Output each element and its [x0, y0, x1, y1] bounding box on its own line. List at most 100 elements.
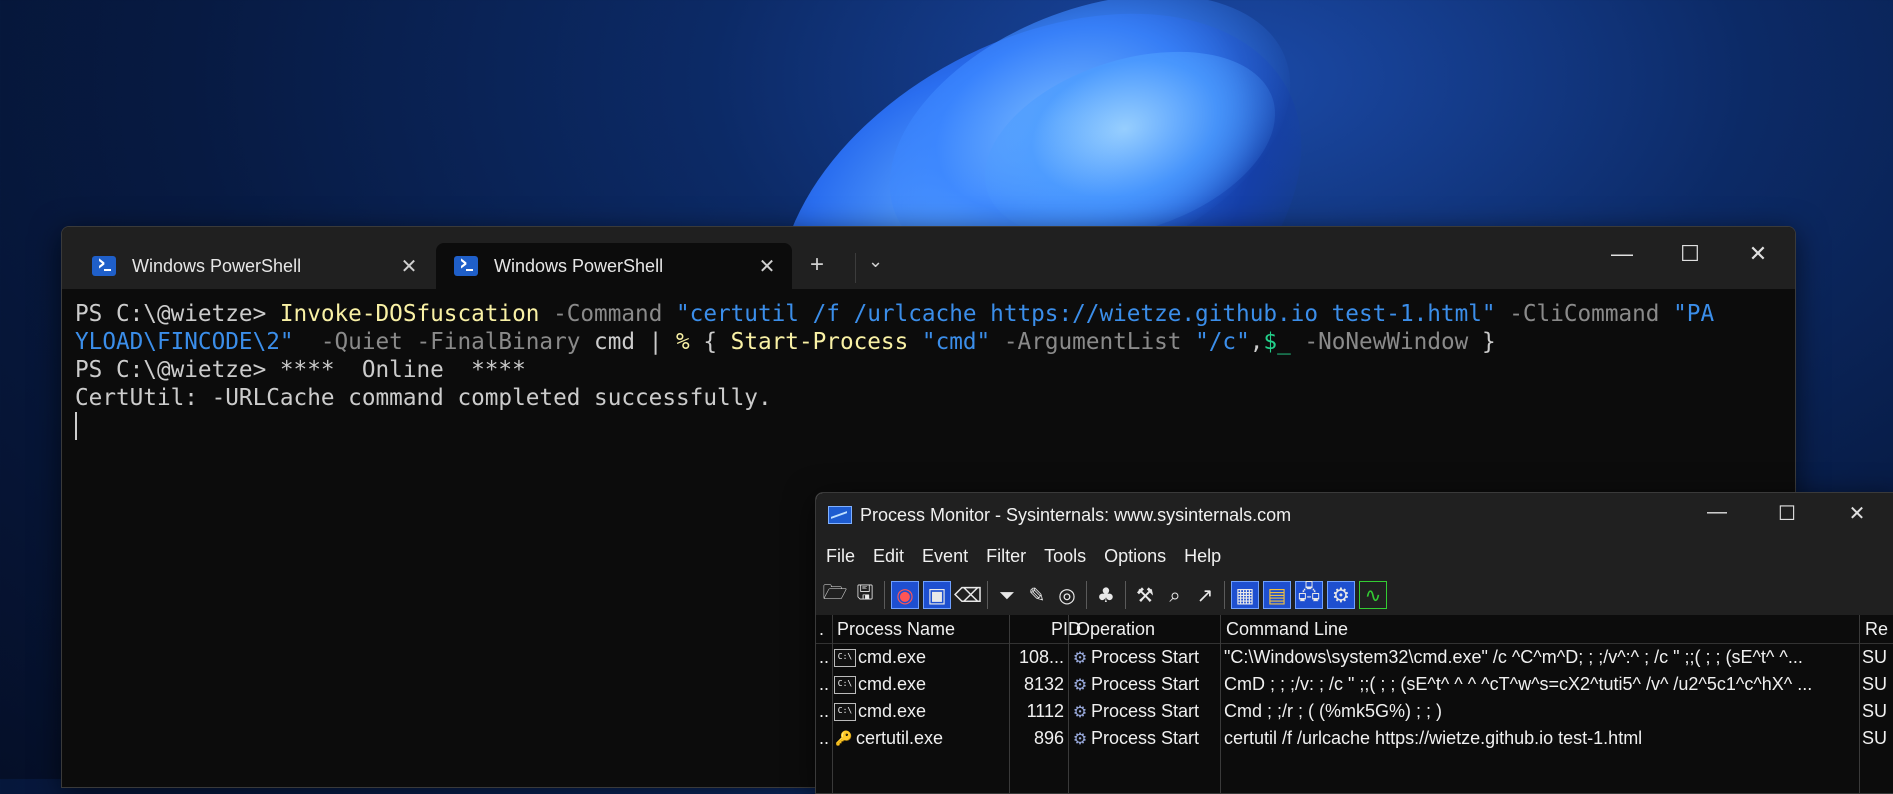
string-arg: "PA: [1673, 301, 1715, 327]
console-app-icon: C:\: [834, 675, 856, 694]
process-tree-icon[interactable]: ♣: [1093, 582, 1119, 608]
parameter: -Quiet -FinalBinary: [293, 329, 595, 355]
table-row[interactable]: .. C:\ cmd.exe 1112 ⚙ Process Start Cmd ; …: [816, 698, 1893, 725]
find-icon[interactable]: ⌕: [1162, 582, 1188, 608]
minimize-button[interactable]: —: [1602, 241, 1642, 267]
menu-edit[interactable]: Edit: [873, 546, 904, 567]
column-header-pid[interactable]: PID: [1031, 615, 1081, 643]
column-header-process-name[interactable]: Process Name: [837, 615, 1017, 643]
menu-bar: File Edit Event Filter Tools Options Hel…: [816, 537, 1893, 575]
cmdlet: Start-Process: [730, 329, 909, 355]
column-header-result[interactable]: Re: [1865, 615, 1893, 643]
clear-icon[interactable]: ⌫: [954, 582, 982, 608]
tab-powershell-2[interactable]: Windows PowerShell ✕: [436, 243, 792, 289]
process-name: cmd.exe: [858, 674, 927, 694]
toolbar-separator: [1086, 581, 1087, 609]
menu-tools[interactable]: Tools: [1044, 546, 1086, 567]
close-icon[interactable]: ✕: [752, 254, 782, 279]
pid-cell: 896: [1033, 728, 1064, 748]
string-arg: "/c": [1195, 329, 1250, 355]
foreach-alias: %: [676, 329, 690, 355]
result-cell: SU: [1862, 728, 1888, 748]
pid-cell: 8132: [1023, 674, 1064, 694]
dot-cell: ..: [819, 647, 830, 667]
string-arg: "cmd": [921, 329, 991, 355]
tab-powershell-1[interactable]: Windows PowerShell ✕: [74, 243, 434, 289]
autoscroll-icon[interactable]: ▣: [923, 581, 951, 609]
operation-name: Process Start: [1091, 728, 1200, 748]
operation-name: Process Start: [1091, 647, 1200, 667]
column-header-dot[interactable]: .: [819, 615, 829, 643]
close-icon[interactable]: ✕: [394, 254, 424, 279]
operation-cell: ⚙ Process Start: [1071, 698, 1219, 725]
open-icon[interactable]: 🗁: [822, 580, 848, 608]
process-cell: C:\ cmd.exe: [834, 698, 1008, 725]
operation-cell: ⚙ Process Start: [1071, 671, 1219, 698]
menu-help[interactable]: Help: [1184, 546, 1221, 567]
brace: }: [1468, 329, 1496, 355]
table-row[interactable]: .. C:\ cmd.exe 8132 ⚙ Process Start CmD ; …: [816, 671, 1893, 698]
brace: {: [689, 329, 731, 355]
dot-cell: ..: [819, 728, 830, 748]
command-line-cell: Cmd ; ;/r ; ( (%mk5G%) ; ; ): [1224, 701, 1443, 721]
command-line-cell: CmD ; ; ;/v: ; /c " ;;( ; ; (sE^t^ ^ ^ ^…: [1224, 674, 1813, 694]
minimize-button[interactable]: —: [1697, 501, 1737, 524]
close-button[interactable]: ✕: [1738, 241, 1778, 267]
capture-icon[interactable]: ◉: [891, 581, 919, 609]
menu-filter[interactable]: Filter: [986, 546, 1026, 567]
event-table: . Process Name PID Operation Command Lin…: [816, 615, 1893, 793]
parameter: -CliCommand: [1495, 301, 1674, 327]
close-button[interactable]: ✕: [1837, 501, 1877, 526]
toolbar-separator: [987, 581, 988, 609]
string-arg: YLOAD\FINCODE\2": [75, 329, 294, 355]
process-gear-icon: ⚙: [1072, 701, 1088, 721]
table-header: . Process Name PID Operation Command Lin…: [816, 615, 1893, 644]
highlight-icon[interactable]: ✎: [1024, 582, 1050, 608]
toolbar: 🗁 🖫 ◉ ▣ ⌫ ⏷ ✎ ◎ ♣ ⚒ ⌕ ↗ ▦ ▤ 🖧 ⚙ ∿: [816, 575, 1893, 615]
column-header-command-line[interactable]: Command Line: [1226, 615, 1626, 643]
procmon-window: Process Monitor - Sysinternals: www.sysi…: [815, 492, 1893, 794]
plus-icon[interactable]: +: [810, 251, 824, 279]
filesystem-icon[interactable]: ▤: [1263, 581, 1291, 609]
registry-icon[interactable]: ▦: [1231, 581, 1259, 609]
process-cell: C:\ cmd.exe: [834, 644, 1008, 671]
chevron-down-icon[interactable]: ⌄: [868, 251, 883, 272]
pid-cell: 108...: [1018, 647, 1064, 667]
process-name: cmd.exe: [858, 701, 927, 721]
console-app-icon: C:\: [834, 702, 856, 721]
filter-icon[interactable]: ⏷: [994, 582, 1020, 608]
variable: $_: [1263, 329, 1291, 355]
process-name: certutil.exe: [856, 728, 944, 748]
menu-options[interactable]: Options: [1104, 546, 1166, 567]
powershell-icon: [92, 251, 116, 276]
properties-icon[interactable]: ⚒: [1132, 582, 1158, 608]
operation-cell: ⚙ Process Start: [1071, 644, 1219, 671]
prompt: PS C:\@wietze>: [75, 301, 280, 327]
process-gear-icon: ⚙: [1072, 728, 1088, 748]
console-output[interactable]: PS C:\@wietze> Invoke-DOSfuscation -Comm…: [75, 300, 1785, 440]
tab-label: Windows PowerShell: [494, 255, 664, 276]
table-row[interactable]: .. C:\ cmd.exe 108... ⚙ Process Start "C:\…: [816, 644, 1893, 671]
maximize-button[interactable]: ☐: [1767, 501, 1807, 526]
operation-name: Process Start: [1091, 674, 1200, 694]
process-icon[interactable]: ⚙: [1327, 581, 1355, 609]
result-cell: SU: [1862, 674, 1888, 694]
dot-cell: ..: [819, 674, 830, 694]
profiling-icon[interactable]: ∿: [1359, 581, 1387, 609]
maximize-button[interactable]: ☐: [1670, 241, 1710, 267]
comma: ,: [1249, 329, 1264, 355]
save-icon[interactable]: 🖫: [852, 580, 878, 608]
column-header-operation[interactable]: Operation: [1076, 615, 1216, 643]
parameter: -NoNewWindow: [1290, 329, 1469, 355]
command-line-cell: "C:\Windows\system32\cmd.exe" /c ^C^m^D;…: [1224, 647, 1803, 667]
target-icon[interactable]: ◎: [1054, 582, 1080, 608]
menu-file[interactable]: File: [826, 546, 855, 567]
result-cell: SU: [1862, 701, 1888, 721]
cmdlet: Invoke-DOSfuscation: [279, 301, 540, 327]
network-icon[interactable]: 🖧: [1295, 580, 1323, 609]
command-line-cell: certutil /f /urlcache https://wietze.git…: [1224, 728, 1643, 748]
jump-icon[interactable]: ↗: [1192, 582, 1218, 608]
table-row[interactable]: .. 🔑 certutil.exe 896 ⚙ Process Start cert…: [816, 725, 1893, 752]
menu-event[interactable]: Event: [922, 546, 968, 567]
process-gear-icon: ⚙: [1072, 674, 1088, 694]
